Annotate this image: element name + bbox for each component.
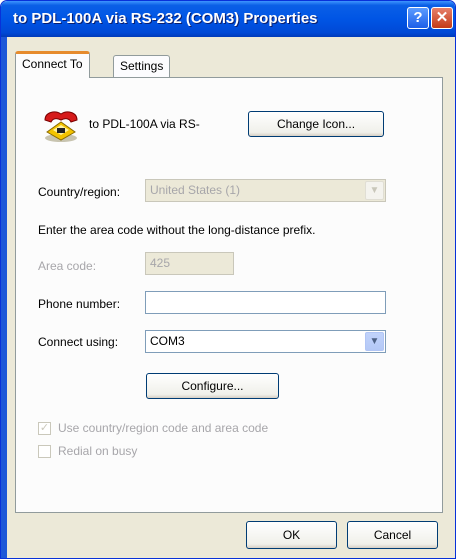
redial-checkbox	[38, 445, 51, 458]
area-code-label: Area code:	[38, 259, 97, 273]
phone-number-field[interactable]	[145, 291, 386, 314]
window-title: to PDL-100A via RS-232 (COM3) Properties	[13, 10, 318, 27]
telephone-icon	[44, 111, 78, 142]
redial-label: Redial on busy	[58, 444, 138, 458]
change-icon-button[interactable]: Change Icon...	[248, 111, 384, 137]
cancel-button[interactable]: Cancel	[347, 521, 438, 549]
ok-button[interactable]: OK	[246, 521, 337, 549]
area-code-field: 425	[145, 252, 234, 275]
tab-connect-to[interactable]: Connect To	[15, 51, 90, 78]
window-left-edge	[1, 37, 7, 558]
area-code-instruction: Enter the area code without the long-dis…	[38, 223, 316, 237]
use-country-checkbox: ✓	[38, 422, 51, 435]
properties-window: to PDL-100A via RS-232 (COM3) Properties…	[0, 0, 456, 559]
help-button[interactable]: ?	[407, 7, 429, 29]
area-code-value: 425	[150, 256, 171, 270]
country-select: United States (1) ▼	[145, 179, 386, 202]
title-bar[interactable]: to PDL-100A via RS-232 (COM3) Properties…	[1, 1, 455, 37]
change-icon-label: Change Icon...	[276, 117, 356, 131]
connect-using-select[interactable]: COM3 ▼	[145, 330, 386, 353]
ok-label: OK	[282, 528, 301, 542]
chevron-down-icon: ▼	[365, 181, 384, 200]
country-label: Country/region:	[38, 185, 121, 199]
phone-number-label: Phone number:	[38, 297, 121, 311]
configure-label: Configure...	[181, 379, 244, 393]
tab-settings[interactable]: Settings	[113, 55, 171, 79]
connection-name: to PDL-100A via RS-	[89, 117, 200, 131]
cancel-label: Cancel	[373, 528, 412, 542]
connect-using-value: COM3	[150, 334, 185, 348]
close-button[interactable]: ✕	[431, 7, 453, 29]
connect-using-label: Connect using:	[38, 335, 119, 349]
chevron-down-icon[interactable]: ▼	[365, 332, 384, 351]
country-value: United States (1)	[150, 183, 241, 197]
configure-button[interactable]: Configure...	[146, 373, 279, 399]
use-country-label: Use country/region code and area code	[58, 421, 269, 435]
